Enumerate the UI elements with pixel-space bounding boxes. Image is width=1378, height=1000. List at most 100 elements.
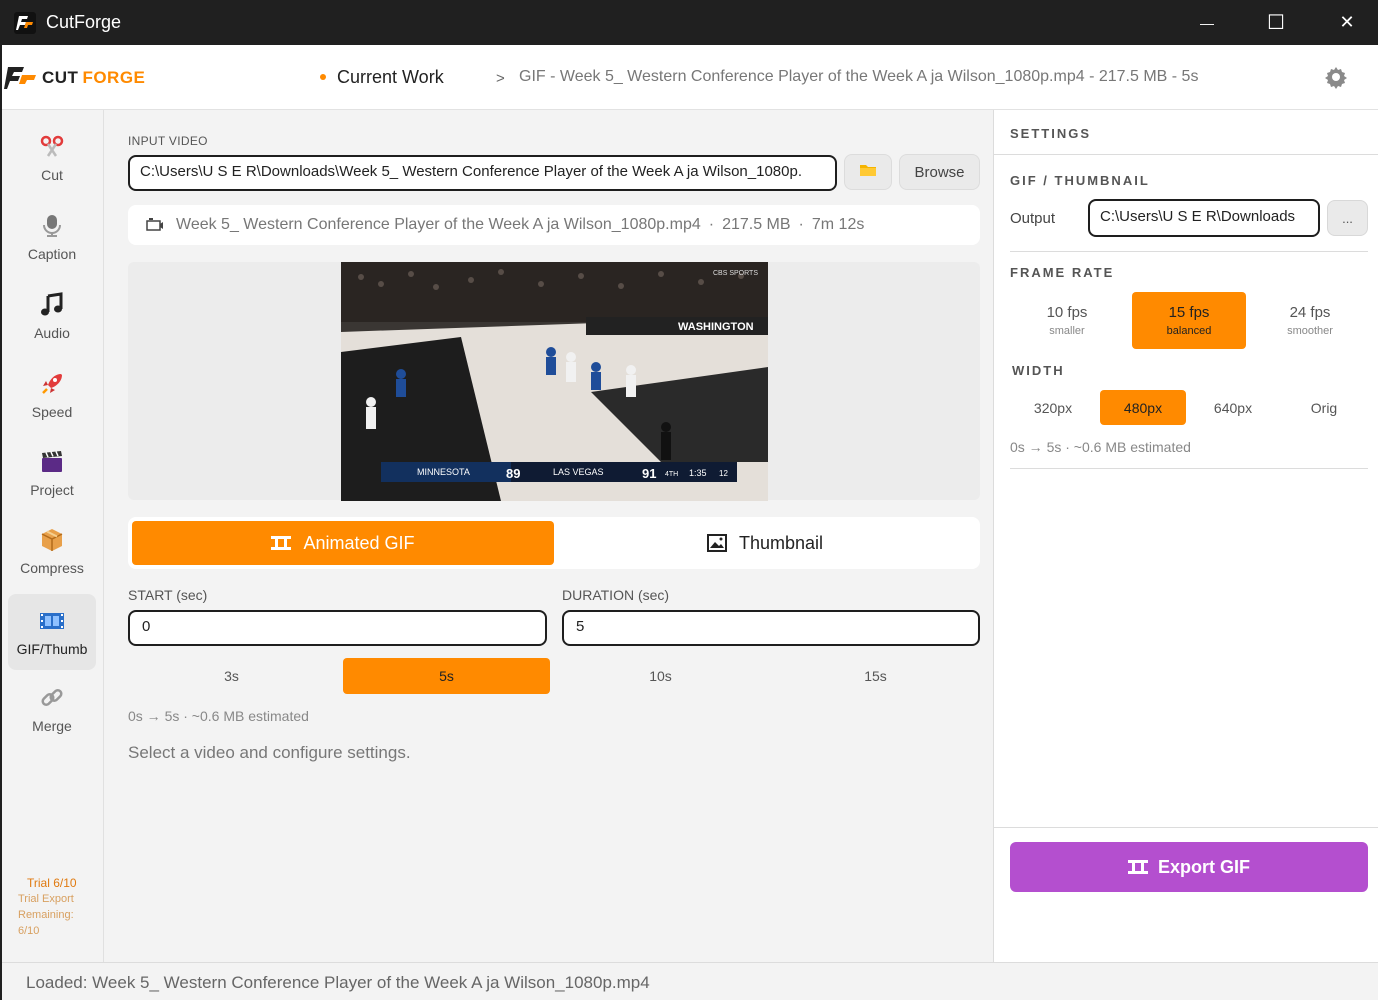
sidebar-item-label: Cut	[41, 167, 63, 183]
tab-animated-gif[interactable]: Animated GIF	[132, 521, 554, 565]
cutforge-logo-icon	[4, 67, 36, 89]
fps-sub: balanced	[1166, 325, 1212, 337]
sidebar-item-audio[interactable]: Audio	[8, 278, 96, 354]
sidebar-item-cut[interactable]: Cut	[8, 120, 96, 196]
fps-sub: smoother	[1287, 325, 1333, 337]
sidebar-item-label: Audio	[34, 325, 70, 341]
sidebar-item-gif-thumb[interactable]: GIF/Thumb	[8, 594, 96, 670]
preset-5s[interactable]: 5s	[343, 658, 550, 694]
app-window: CUT FORGE Current Work > GIF - Week 5_ W…	[2, 45, 1378, 1000]
gear-icon[interactable]	[1324, 65, 1348, 89]
divider	[1010, 251, 1368, 252]
status-bar-text: Loaded: Week 5_ Western Conference Playe…	[26, 973, 650, 992]
sidebar-item-project[interactable]: Project	[8, 435, 96, 511]
gif-thumbnail-heading: GIF / THUMBNAIL	[1010, 173, 1150, 188]
scissors-icon	[38, 133, 66, 161]
rocket-icon	[38, 370, 66, 398]
trial-title: Trial 6/10	[27, 876, 77, 890]
minimize-icon: —	[1200, 14, 1214, 31]
sidebar-item-label: Speed	[31, 404, 73, 420]
sidebar-item-caption[interactable]: Caption	[8, 199, 96, 275]
video-file-icon	[146, 217, 164, 233]
status-message: Select a video and configure settings.	[128, 743, 411, 762]
app-logo-icon	[13, 11, 37, 35]
logo-word-cut: CUT	[42, 68, 79, 87]
width-option-orig[interactable]: Orig	[1281, 390, 1367, 425]
film-strip-icon	[271, 536, 292, 550]
separator-dot: ·	[798, 216, 804, 233]
sidebar-item-label: Caption	[27, 246, 77, 262]
fps-option-24[interactable]: 24 fps smoother	[1253, 292, 1367, 349]
sidebar-item-merge[interactable]: Merge	[8, 671, 96, 747]
shot-clock: 12	[719, 469, 728, 478]
browse-button[interactable]: Browse	[899, 154, 980, 190]
sidebar: Cut Caption Audio Speed Project Compress…	[2, 110, 104, 962]
settings-title: SETTINGS	[1010, 126, 1092, 141]
breadcrumb-current[interactable]: Current Work	[337, 67, 444, 88]
file-size: 217.5 MB	[722, 216, 791, 233]
file-info-bar: Week 5_ Western Conference Player of the…	[128, 205, 980, 245]
score-team1: MINNESOTA	[417, 467, 470, 477]
minimize-button[interactable]: —	[1172, 0, 1242, 45]
divider	[1010, 468, 1368, 469]
sidebar-item-label: Merge	[32, 718, 72, 734]
width-option-480[interactable]: 480px	[1100, 390, 1186, 425]
close-button[interactable]: ✕	[1312, 0, 1378, 45]
output-path-field[interactable]: C:\Users\U S E R\Downloads	[1088, 199, 1320, 237]
film-strip-icon	[1127, 860, 1148, 874]
tab-thumbnail[interactable]: Thumbnail	[554, 521, 976, 565]
window-titlebar: CutForge — ☐ ✕	[0, 0, 1378, 45]
divider	[994, 154, 1378, 155]
duration-input[interactable]: 5	[562, 610, 980, 646]
frame-rate-heading: FRAME RATE	[1010, 265, 1115, 280]
image-frame-icon	[706, 534, 727, 552]
fps-sub: smaller	[1049, 325, 1085, 337]
width-option-320[interactable]: 320px	[1010, 390, 1096, 425]
folder-icon	[859, 162, 877, 183]
fps-option-15[interactable]: 15 fps balanced	[1132, 292, 1246, 349]
duration-label: DURATION (sec)	[562, 587, 670, 603]
breadcrumb-separator: >	[496, 70, 505, 87]
trial-remaining: Trial Export Remaining: 6/10	[18, 893, 74, 937]
clapperboard-icon	[38, 448, 66, 476]
video-preview-area: WASHINGTON CBS SPORTS MINNESOTA 89 LAS V…	[128, 262, 980, 501]
start-input[interactable]: 0	[128, 610, 547, 646]
start-label: START (sec)	[128, 587, 208, 603]
link-icon	[38, 684, 66, 712]
maximize-button[interactable]: ☐	[1241, 0, 1311, 45]
main-content: INPUT VIDEO C:\Users\U S E R\Downloads\W…	[105, 110, 993, 962]
estimate-text: 0s → 5s · ~0.6 MB estimated	[128, 708, 309, 724]
sidebar-item-speed[interactable]: Speed	[8, 357, 96, 433]
file-name: Week 5_ Western Conference Player of the…	[176, 216, 701, 233]
file-duration: 7m 12s	[811, 216, 865, 233]
input-video-field[interactable]: C:\Users\U S E R\Downloads\Week 5_ Weste…	[128, 155, 837, 191]
video-frame[interactable]: WASHINGTON CBS SPORTS MINNESOTA 89 LAS V…	[341, 262, 768, 501]
mode-toggle: Animated GIF Thumbnail	[128, 517, 980, 569]
output-browse-button[interactable]: ...	[1327, 200, 1368, 236]
preset-3s[interactable]: 3s	[128, 658, 335, 694]
export-gif-label: Export GIF	[1157, 856, 1250, 877]
export-gif-button[interactable]: Export GIF	[1010, 842, 1368, 892]
fps-label: 15 fps	[1168, 304, 1210, 321]
sidebar-item-compress[interactable]: Compress	[8, 513, 96, 589]
settings-spacer	[994, 476, 1378, 828]
preset-15s[interactable]: 15s	[772, 658, 979, 694]
brand-logo: CUT FORGE	[4, 63, 145, 93]
width-option-640[interactable]: 640px	[1190, 390, 1276, 425]
input-video-label: INPUT VIDEO	[128, 134, 208, 148]
microphone-icon	[38, 212, 66, 240]
output-label: Output	[1010, 210, 1056, 227]
video-banner-text: WASHINGTON	[678, 321, 754, 333]
fps-option-10[interactable]: 10 fps smaller	[1010, 292, 1124, 349]
trial-info: Trial 6/10 Trial Export Remaining: 6/10	[18, 875, 98, 939]
status-bar: Loaded: Week 5_ Western Conference Playe…	[2, 962, 1378, 1000]
maximize-icon: ☐	[1267, 12, 1285, 34]
open-folder-button[interactable]	[844, 154, 892, 190]
settings-estimate-text: 0s → 5s · ~0.6 MB estimated	[1010, 439, 1191, 455]
separator-dot: ·	[708, 216, 715, 233]
preset-10s[interactable]: 10s	[557, 658, 764, 694]
music-note-icon	[38, 291, 66, 319]
close-icon: ✕	[1339, 12, 1355, 32]
fps-label: 10 fps	[1046, 304, 1088, 321]
score-value2: 91	[642, 466, 656, 481]
